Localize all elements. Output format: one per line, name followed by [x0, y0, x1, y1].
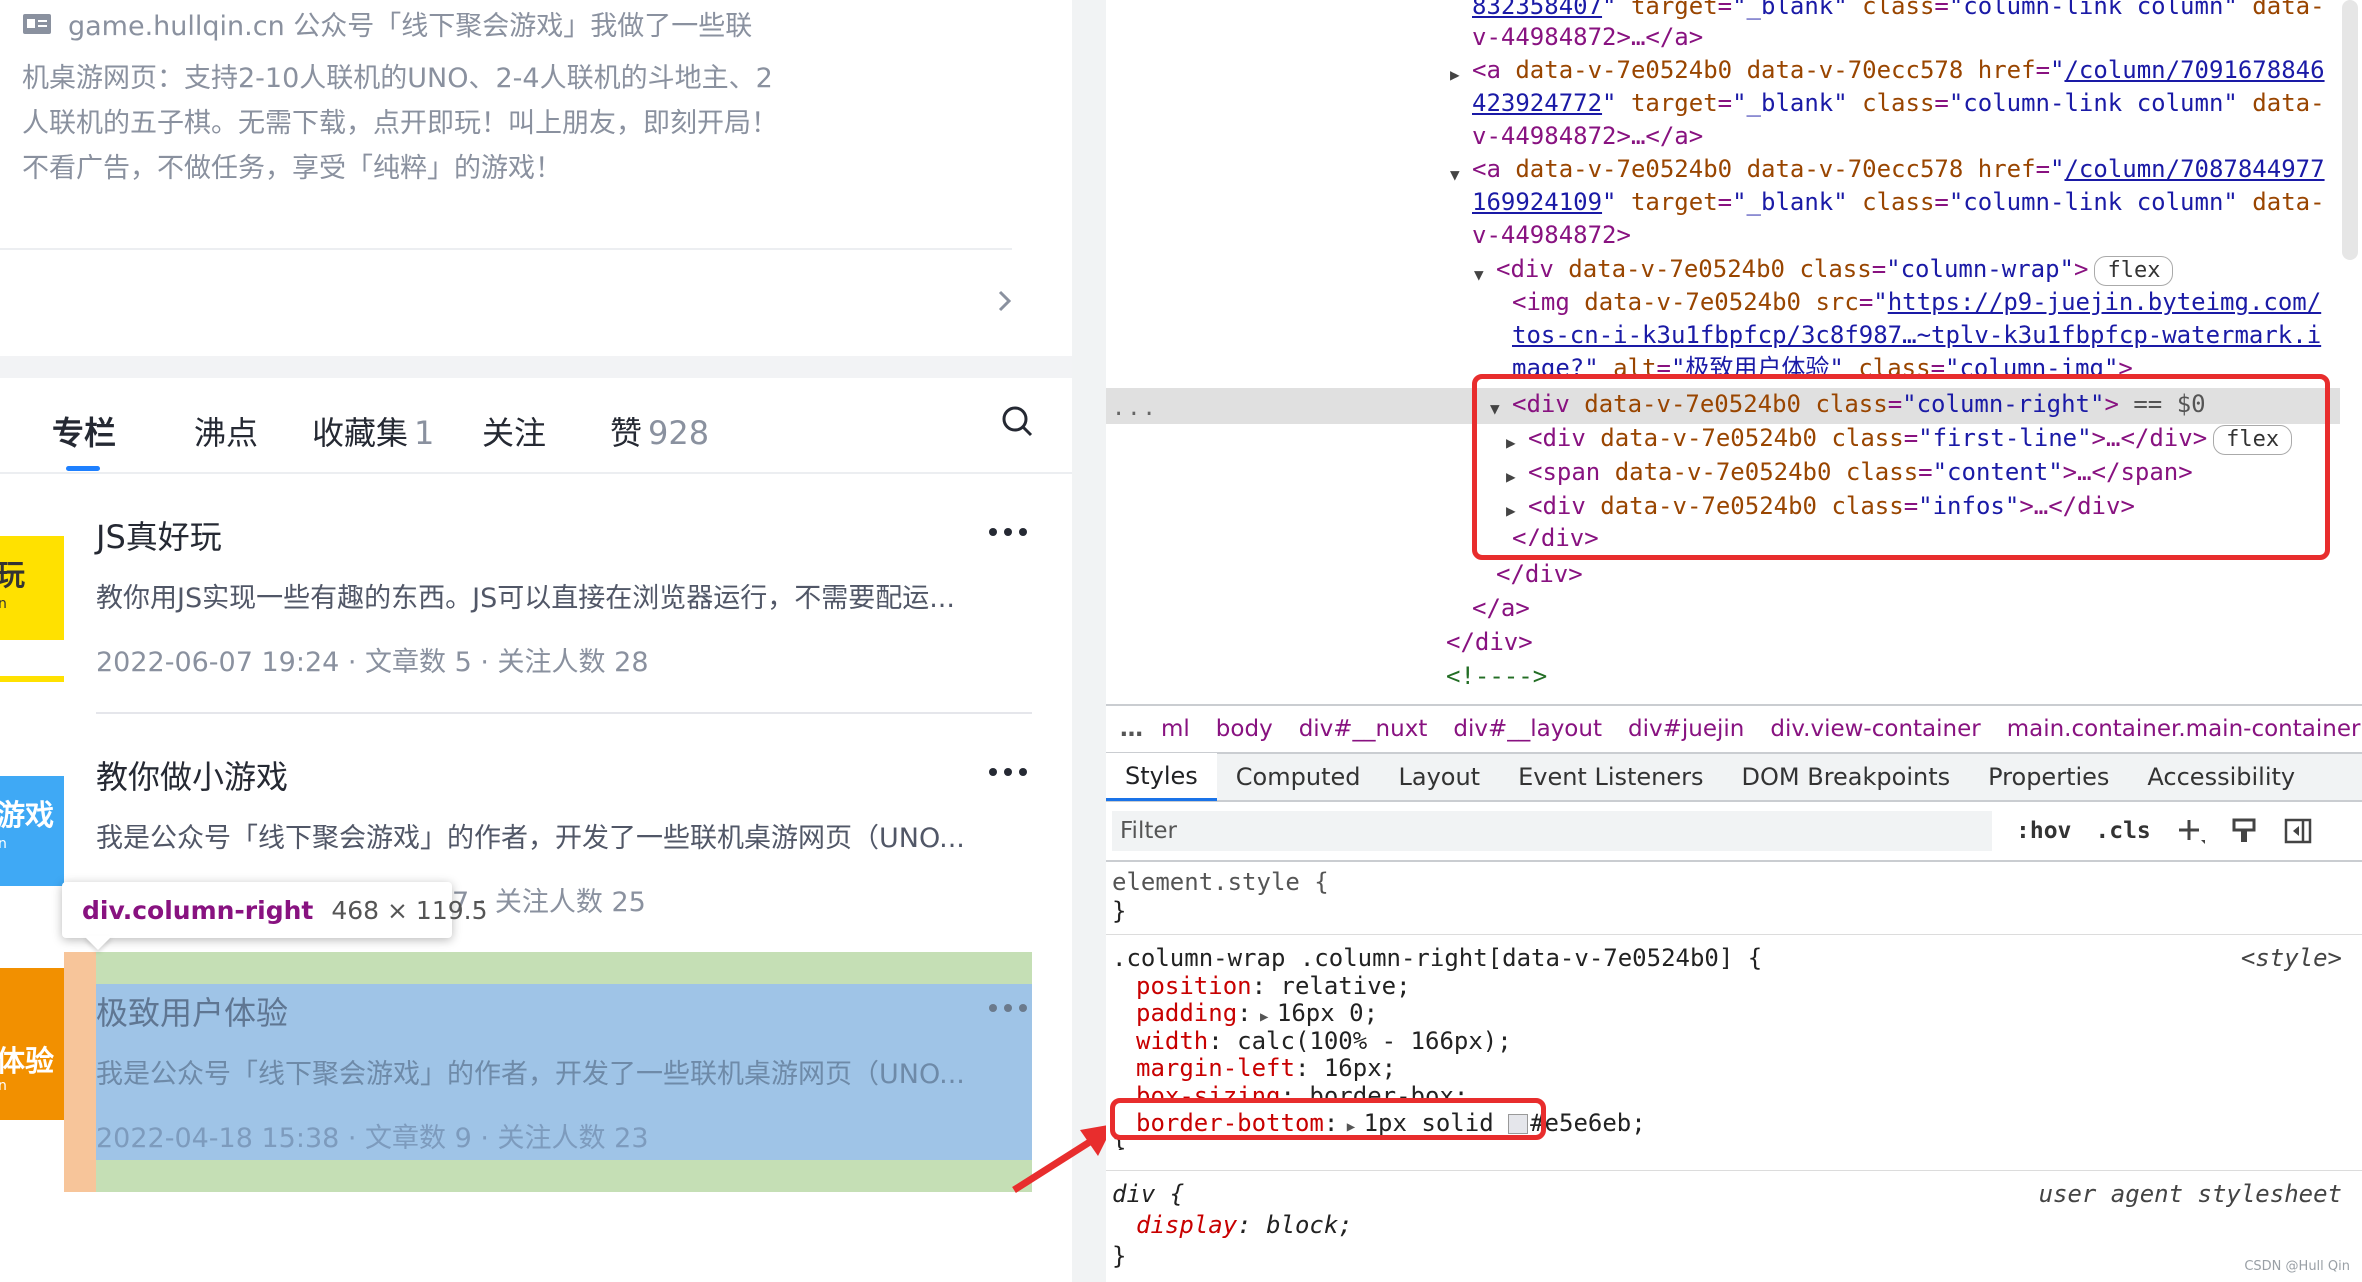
divider: [0, 248, 1012, 250]
more-icon[interactable]: [988, 1003, 1028, 1013]
tab-event-listeners[interactable]: Event Listeners: [1499, 753, 1722, 801]
inspect-tooltip: div.column-right 468 × 119.5: [62, 882, 488, 938]
profile-tabs: 专栏 沸点 收藏集 1 关注 赞 928: [0, 380, 1072, 474]
tree-scrollbar[interactable]: [2342, 0, 2358, 260]
watermark: CSDN @Hull Qin: [2244, 1259, 2350, 1274]
more-icon[interactable]: [988, 527, 1028, 537]
tab-collections[interactable]: 收藏集 1: [312, 408, 434, 454]
tab-likes[interactable]: 赞 928: [610, 408, 709, 454]
expand-triangle-icon[interactable]: ▶: [1450, 58, 1460, 91]
tab-properties[interactable]: Properties: [1969, 753, 2128, 801]
style-source-link[interactable]: <style>: [2241, 944, 2342, 973]
tooltip-size: 468 × 119.5: [331, 895, 488, 925]
active-tab-indicator: [66, 466, 100, 471]
column-meta: 2022-06-07 19:24 · 文章数 5 · 关注人数 28: [96, 647, 649, 678]
thumbnail-footer: [0, 640, 64, 676]
column-thumbnail[interactable]: 游戏 n: [0, 776, 64, 886]
toggle-sidebar-icon[interactable]: [2283, 816, 2313, 846]
node-menu-dots[interactable]: ...: [1112, 392, 1158, 425]
tab-dom-breakpoints[interactable]: DOM Breakpoints: [1723, 753, 1970, 801]
divider: [96, 712, 1032, 714]
styles-filter-bar: :hov .cls: [1106, 802, 2362, 862]
column-meta: 2022-04-18 15:38 · 文章数 9 · 关注人数 23: [96, 1123, 649, 1154]
breadcrumb-item[interactable]: body: [1216, 716, 1273, 742]
breadcrumb-overflow[interactable]: …: [1120, 716, 1143, 742]
elements-tree: ... 832358407" target="_blank" class="co…: [1106, 0, 2362, 700]
paint-brush-icon[interactable]: [2229, 816, 2259, 846]
breadcrumb-item[interactable]: div#__nuxt: [1299, 716, 1428, 742]
column-desc: 教你用JS实现一些有趣的东西。JS可以直接在浏览器运行，不需要配运...: [96, 583, 955, 614]
tooltip-arrow: [84, 936, 112, 950]
column-title[interactable]: JS真好玩: [96, 512, 222, 558]
promo-line1-text: game.hullqin.cn 公众号「线下聚会游戏」我做了一些联: [68, 11, 753, 42]
tab-accessibility[interactable]: Accessibility: [2128, 753, 2314, 801]
add-rule-icon[interactable]: [2175, 816, 2205, 846]
hov-toggle[interactable]: :hov: [2016, 818, 2071, 844]
collapse-triangle-icon[interactable]: ▼: [1450, 158, 1460, 191]
collapse-triangle-icon[interactable]: ▼: [1474, 258, 1484, 291]
breadcrumb-item[interactable]: div#juejin: [1628, 716, 1744, 742]
annotation-red-box: [1110, 1098, 1546, 1140]
sidebar-tabs: Styles Computed Layout Event Listeners D…: [1106, 752, 2362, 802]
promo-line: game.hullqin.cn 公众号「线下聚会游戏」我做了一些联: [22, 4, 752, 43]
tab-layout[interactable]: Layout: [1379, 753, 1499, 801]
cls-toggle[interactable]: .cls: [2095, 818, 2150, 844]
chevron-right-icon[interactable]: [992, 286, 1016, 316]
search-icon[interactable]: [1000, 404, 1034, 438]
juejin-profile-page: game.hullqin.cn 公众号「线下聚会游戏」我做了一些联 机桌游网页：…: [0, 0, 1072, 1282]
annotation-arrow: [1012, 1124, 1114, 1193]
promo-description: 机桌游网页：支持2-10人联机的UNO、2-4人联机的斗地主、2人联机的五子棋。…: [22, 63, 778, 184]
tab-computed[interactable]: Computed: [1217, 753, 1380, 801]
tab-following[interactable]: 关注: [482, 408, 546, 454]
tab-count: 1: [414, 414, 435, 452]
tab-pins[interactable]: 沸点: [194, 408, 258, 454]
padding-highlight-top: [96, 952, 1032, 984]
tooltip-selector: div.column-right: [82, 895, 314, 925]
dom-breadcrumb: … ml body div#__nuxt div#__layout div#ju…: [1106, 704, 2362, 752]
tab-styles[interactable]: Styles: [1106, 753, 1217, 801]
id-card-icon: [23, 13, 51, 34]
column-desc: 我是公众号「线下聚会游戏」的作者，开发了一些联机桌游网页（UNO...: [96, 1059, 965, 1090]
styles-pane: element.style { } .column-wrap .column-r…: [1106, 862, 2362, 1282]
tab-columns[interactable]: 专栏: [52, 408, 116, 454]
more-icon[interactable]: [988, 767, 1028, 777]
styles-filter-input[interactable]: [1112, 811, 1992, 851]
flex-badge[interactable]: flex: [2094, 256, 2174, 286]
section-gap: [0, 356, 1072, 378]
column-thumbnail[interactable]: 体验 n: [0, 968, 64, 1120]
padding-highlight-bottom: [96, 1160, 1032, 1192]
column-title[interactable]: 教你做小游戏: [96, 752, 288, 798]
column-desc: 我是公众号「线下聚会游戏」的作者，开发了一些联机桌游网页（UNO...: [96, 823, 965, 854]
breadcrumb-item[interactable]: div.view-container: [1770, 716, 1980, 742]
pane-gutter: [1072, 0, 1106, 1282]
breadcrumb-item[interactable]: ml: [1161, 716, 1190, 742]
annotation-red-box: [1472, 374, 2330, 560]
user-agent-source: user agent stylesheet: [2038, 1180, 2342, 1208]
tab-count: 928: [648, 414, 710, 452]
devtools-panel: ... 832358407" target="_blank" class="co…: [1106, 0, 2362, 1282]
margin-highlight: [64, 952, 96, 1192]
breadcrumb-item[interactable]: div#__layout: [1453, 716, 1602, 742]
breadcrumb-item[interactable]: main.container.main-container: [2007, 716, 2361, 742]
column-title[interactable]: 极致用户体验: [96, 988, 288, 1034]
